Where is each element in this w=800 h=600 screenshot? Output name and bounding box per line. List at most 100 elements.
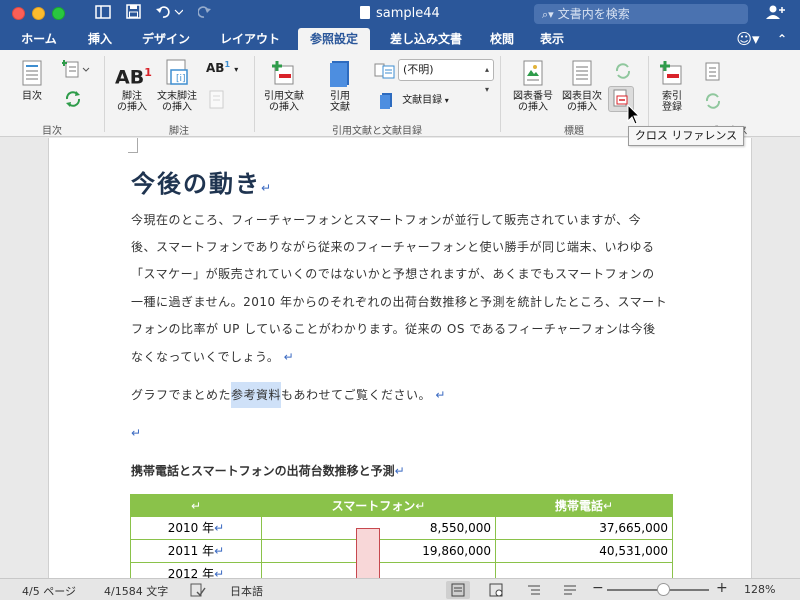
tab-design[interactable]: デザイン: [132, 28, 200, 50]
draft-view-button[interactable]: [558, 581, 582, 599]
tab-layout[interactable]: レイアウト: [212, 28, 288, 50]
document-heading[interactable]: 今後の動き↵: [131, 164, 273, 199]
table-header-cell[interactable]: ↵: [130, 494, 262, 517]
document-page[interactable]: 今後の動き↵ 今現在のところ、フィーチャーフォンとスマートフォンが並行して販売さ…: [48, 138, 752, 578]
status-bar: 4/5 ページ 4/1584 文字 日本語 − + 128%: [0, 578, 800, 600]
insert-citation-button[interactable]: 引用文献 の挿入: [258, 58, 310, 113]
tab-insert[interactable]: 挿入: [80, 28, 120, 50]
mark-entry-icon: [660, 61, 682, 85]
group-divider: [500, 56, 501, 132]
toc-button-label: 目次: [22, 91, 42, 102]
update-table-icon[interactable]: [62, 88, 84, 110]
insert-index-icon[interactable]: [704, 62, 722, 82]
citation-style-value: (不明): [403, 63, 434, 76]
stepper-icon: ▴ ▾: [484, 65, 489, 94]
insert-table-of-figures-label: 図表目次 の挿入: [562, 91, 602, 113]
reference-line[interactable]: グラフでまとめた参考資料もあわせてご覧ください。 ↵: [131, 382, 446, 408]
body-line-1[interactable]: 今現在のところ、フィーチャーフォンとスマートフォンが並行して販売されていますが、…: [131, 211, 641, 228]
maximize-window-button[interactable]: [52, 7, 65, 20]
search-placeholder: 文書内を検索: [557, 7, 630, 21]
page-count[interactable]: 4/5 ページ: [22, 583, 76, 599]
update-index-icon[interactable]: [702, 90, 724, 112]
insert-caption-label: 図表番号 の挿入: [513, 91, 553, 113]
zoom-slider-knob[interactable]: [657, 583, 670, 596]
draft-icon: [564, 585, 576, 595]
word-count[interactable]: 4/1584 文字: [104, 583, 168, 599]
smiley-feedback-icon[interactable]: ☺▾: [730, 28, 766, 50]
insert-endnote-button[interactable]: [i] 文末脚注 の挿入: [154, 58, 200, 113]
group-divider: [104, 56, 105, 132]
save-icon[interactable]: [124, 4, 142, 24]
proofing-icon[interactable]: [190, 583, 206, 597]
bibliography-label: 文献目録: [402, 95, 443, 106]
ribbon-tab-bar: ホーム 挿入 デザイン レイアウト 参照設定 差し込み文書 校閲 表示 ☺▾ ⌃: [0, 28, 800, 50]
table-cell[interactable]: 40,531,000: [496, 540, 673, 563]
share-user-icon[interactable]: [764, 4, 786, 24]
update-table-of-figures-icon[interactable]: [612, 60, 634, 82]
zoom-out-button[interactable]: −: [592, 580, 604, 596]
heading-text: 今後の動き: [131, 170, 261, 198]
endnote-icon: [i]: [166, 59, 188, 85]
insert-citation-label: 引用文献 の挿入: [264, 91, 304, 113]
empty-paragraph[interactable]: ↵: [131, 426, 142, 440]
body-line-6[interactable]: なくなっていくでしょう。 ↵: [131, 348, 294, 365]
citation-button[interactable]: 引用 文献: [318, 58, 362, 113]
close-window-button[interactable]: [12, 7, 25, 20]
minimize-window-button[interactable]: [32, 7, 45, 20]
tab-mailings[interactable]: 差し込み文書: [380, 28, 472, 50]
table-cell[interactable]: [496, 563, 673, 578]
search-input[interactable]: ⌕▾ 文書内を検索: [534, 4, 748, 24]
insert-caption-button[interactable]: 図表番号 の挿入: [508, 58, 558, 113]
table-row: 2010 年↵ 8,550,000 37,665,000: [130, 517, 673, 540]
table-cell[interactable]: 37,665,000: [496, 517, 673, 540]
citation-label: 引用 文献: [330, 91, 350, 113]
bibliography-button[interactable]: 文献目録 ▾: [378, 91, 470, 109]
table-title[interactable]: 携帯電話とスマートフォンの出荷台数推移と予測↵: [131, 462, 405, 479]
tab-review[interactable]: 校閲: [482, 28, 522, 50]
paragraph-mark-icon: ↵: [261, 181, 274, 195]
table-cell[interactable]: 2012 年↵: [130, 563, 262, 578]
body-line-4[interactable]: 一種に過ぎません。2010 年からのそれぞれの出荷台数推移と予測を統計したところ…: [131, 293, 667, 310]
insert-endnote-label: 文末脚注 の挿入: [157, 91, 197, 113]
manage-sources-icon[interactable]: [374, 62, 396, 80]
outline-view-button[interactable]: [522, 581, 546, 599]
add-text-icon[interactable]: [62, 59, 90, 79]
embedded-shape[interactable]: [356, 528, 380, 578]
document-title-text: sample44: [376, 6, 440, 21]
tab-references[interactable]: 参照設定: [298, 28, 370, 50]
mark-entry-button[interactable]: 索引 登録: [652, 58, 692, 113]
insert-table-of-figures-button[interactable]: 図表目次 の挿入: [558, 58, 606, 113]
body-line-3[interactable]: 「スマケー」が販売されていくのではないかと予想されますが、あくまでもスマートフォ…: [131, 265, 655, 282]
undo-icon[interactable]: [154, 4, 184, 24]
table-cell[interactable]: 2011 年↵: [130, 540, 262, 563]
citation-style-select[interactable]: (不明) ▴ ▾: [398, 59, 494, 94]
zoom-in-button[interactable]: +: [716, 580, 728, 596]
zoom-level[interactable]: 128%: [744, 583, 775, 596]
table-cell[interactable]: 2010 年↵: [130, 517, 262, 540]
show-notes-icon[interactable]: [208, 90, 226, 110]
table-header-cell[interactable]: スマートフォン↵: [262, 494, 496, 517]
print-layout-view-button[interactable]: [446, 581, 470, 599]
cross-reference-tooltip: クロス リファレンス: [628, 126, 744, 146]
insert-citation-icon: [272, 61, 294, 85]
table-row: 2012 年↵: [130, 563, 673, 578]
title-bar: sample44 ⌕▾ 文書内を検索: [0, 0, 800, 28]
group-divider: [648, 56, 649, 132]
redo-icon[interactable]: [196, 4, 214, 24]
next-footnote-icon[interactable]: AB1 ▾: [206, 60, 238, 75]
web-layout-icon: [489, 583, 503, 597]
sidebar-toggle-icon[interactable]: [94, 4, 112, 24]
ribbon-collapse-icon[interactable]: ⌃: [772, 28, 792, 50]
language-indicator[interactable]: 日本語: [230, 583, 263, 599]
document-title: sample44: [360, 6, 440, 21]
web-layout-view-button[interactable]: [484, 581, 508, 599]
tab-view[interactable]: 表示: [532, 28, 572, 50]
toc-button[interactable]: 目次: [10, 58, 54, 102]
document-area[interactable]: 今後の動き↵ 今現在のところ、フィーチャーフォンとスマートフォンが並行して販売さ…: [0, 138, 800, 578]
body-line-2[interactable]: 後、スマートフォンでありながら従来のフィーチャーフォンと使い勝手が同じ端末、いわ…: [131, 238, 654, 255]
table-header-cell[interactable]: 携帯電話↵: [496, 494, 673, 517]
insert-footnote-button[interactable]: AB1 脚注 の挿入: [112, 58, 152, 113]
body-line-5[interactable]: フォンの比率が UP していることがわかります。従来の OS であるフィーチャー…: [131, 320, 656, 337]
tab-home[interactable]: ホーム: [10, 28, 68, 50]
selected-text-highlight[interactable]: 参考資料: [231, 382, 282, 408]
